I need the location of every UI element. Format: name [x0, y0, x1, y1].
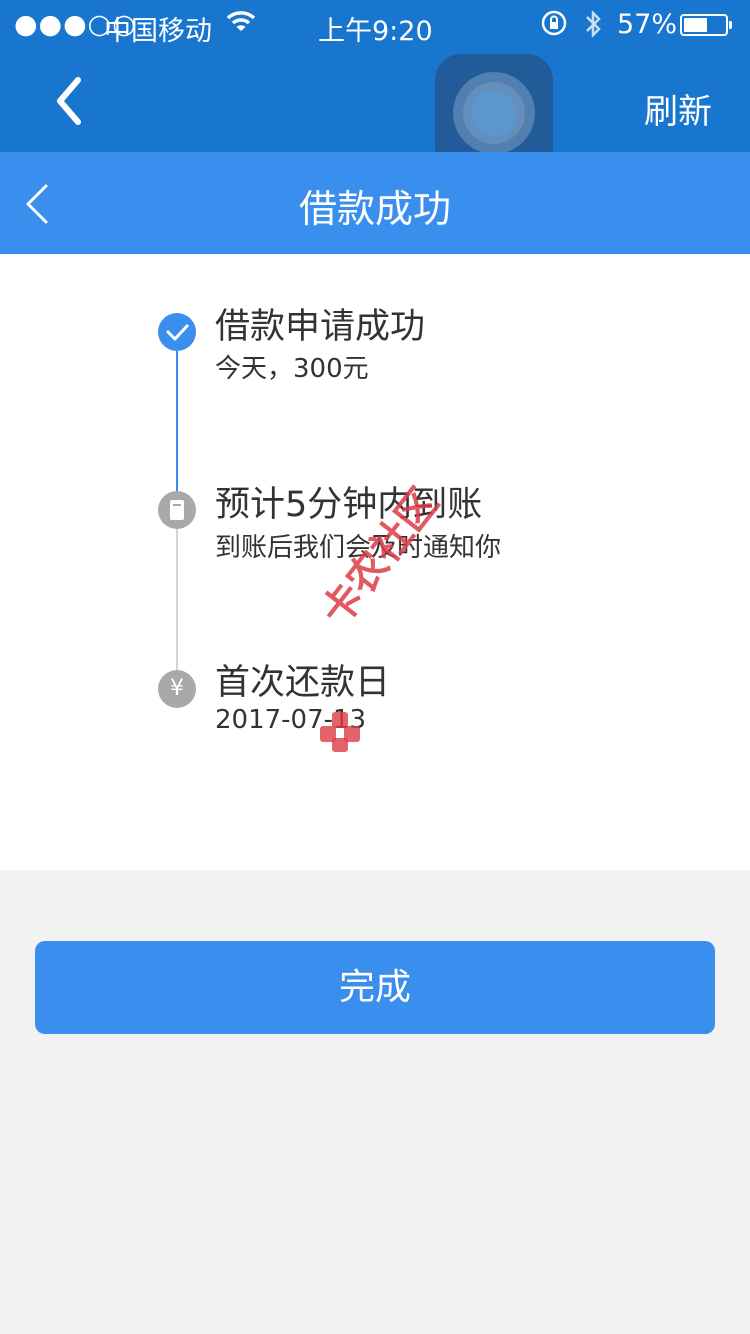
yen-icon: ¥	[170, 676, 184, 701]
clipboard-icon	[170, 500, 184, 520]
bluetooth-icon	[583, 9, 603, 46]
step-done-node	[158, 313, 196, 351]
page-title: 借款成功	[298, 187, 451, 231]
carrier-name: 中国移动	[104, 16, 212, 47]
status-bar: ●●●○○ 中国移动 上午9:20 57%	[0, 0, 750, 50]
timeline-line-complete	[176, 351, 178, 504]
watermark-logo	[320, 712, 360, 752]
battery-fill	[684, 18, 707, 32]
clock: 上午9:20	[318, 16, 433, 47]
refresh-button[interactable]: 刷新	[644, 84, 712, 133]
outer-back-button[interactable]	[46, 68, 96, 134]
battery-icon	[680, 14, 732, 36]
inner-nav-bar: 借款成功	[0, 152, 750, 254]
step-title: 借款申请成功	[215, 307, 426, 347]
step-subtitle: 今天，300元	[215, 354, 369, 384]
timeline-line-pending	[176, 526, 178, 672]
outer-nav-bar: 刷新	[0, 50, 750, 172]
wifi-icon	[226, 9, 256, 42]
check-icon	[166, 324, 189, 341]
battery-percent: 57%	[617, 9, 678, 40]
step-title: 首次还款日	[215, 663, 391, 703]
chevron-left-icon	[57, 77, 81, 125]
step-pending-node: ¥	[158, 670, 196, 708]
step-pending-node	[158, 491, 196, 529]
done-button[interactable]: 完成	[35, 941, 715, 1034]
step-title: 预计5分钟内到账	[215, 485, 483, 525]
rotation-lock-icon	[540, 9, 568, 44]
